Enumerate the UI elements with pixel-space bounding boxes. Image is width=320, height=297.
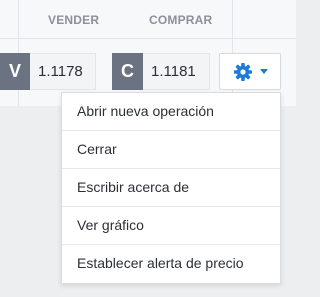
settings-menu: Abrir nueva operación Cerrar Escribir ac… [61,92,281,284]
buy-column-header: COMPRAR [149,13,213,27]
menu-item-write-about[interactable]: Escribir acerca de [62,169,280,207]
sell-price: 1.1178 [30,53,96,90]
column-divider [232,0,233,38]
buy-price: 1.1181 [143,53,210,90]
sell-button[interactable]: V 1.1178 [0,53,96,90]
buy-letter: C [112,53,143,90]
column-header-row: VENDER COMPRAR [0,0,296,38]
sell-letter: V [0,53,30,90]
menu-item-set-price-alert[interactable]: Establecer alerta de precio [62,245,280,283]
trading-panel: VENDER COMPRAR V 1.1178 C 1.1181 Abrir n… [0,0,296,297]
menu-item-view-chart[interactable]: Ver gráfico [62,207,280,245]
menu-item-close[interactable]: Cerrar [62,131,280,169]
column-divider [18,0,19,38]
row-divider [0,38,296,39]
gear-icon [233,62,252,81]
buy-button[interactable]: C 1.1181 [112,53,210,90]
caret-down-icon [259,69,268,74]
menu-item-open-trade[interactable]: Abrir nueva operación [62,93,280,131]
sell-column-header: VENDER [48,13,100,27]
settings-dropdown-button[interactable] [219,53,281,90]
